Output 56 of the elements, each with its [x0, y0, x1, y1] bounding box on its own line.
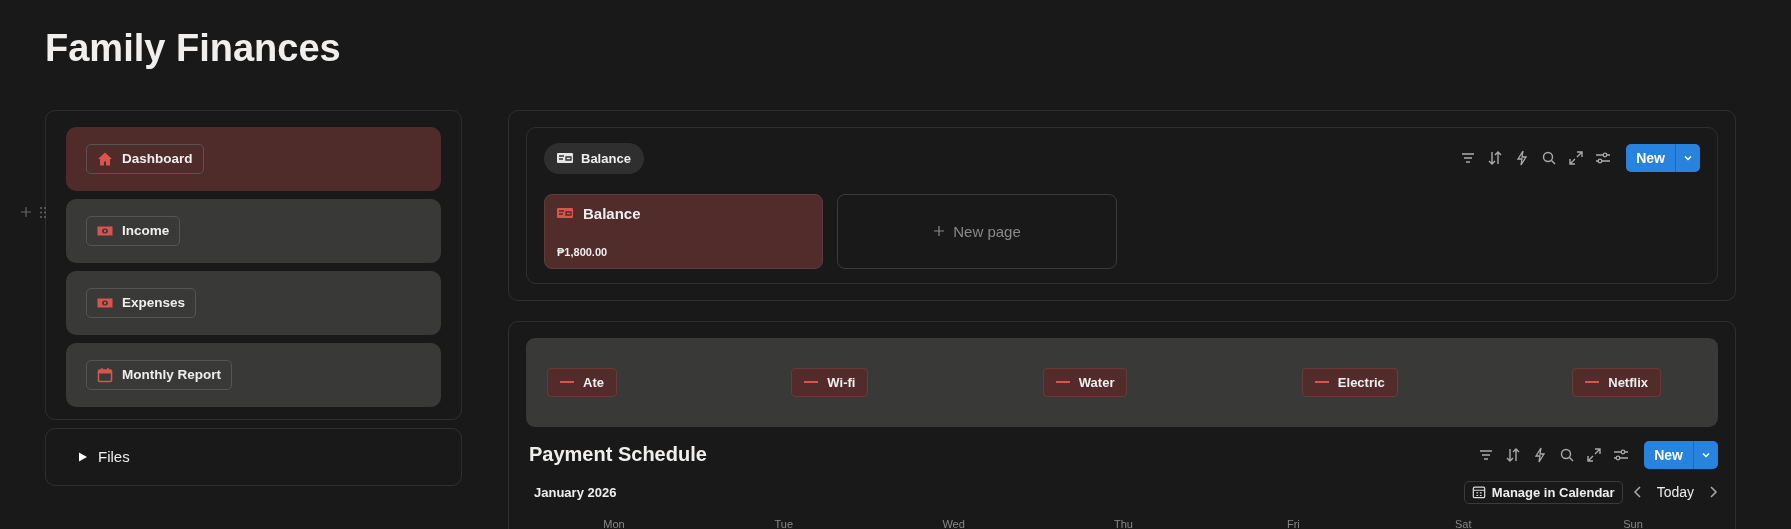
bill-link[interactable]: Water: [1042, 367, 1128, 397]
weekday-label: Sat: [1453, 517, 1473, 529]
new-page-button[interactable]: New page: [837, 193, 1117, 269]
nav-card[interactable]: Dashboard: [66, 126, 441, 191]
section-title: Payment Schedule: [529, 443, 707, 467]
plus-icon: [933, 225, 946, 238]
triangle-icon: [78, 451, 88, 462]
new-dropdown-button[interactable]: [1675, 144, 1700, 173]
weekday-label: Tue: [773, 517, 795, 529]
expand-icon[interactable]: [1568, 150, 1585, 167]
nav-link[interactable]: Income: [86, 215, 181, 246]
bill-link[interactable]: Netflix: [1572, 367, 1661, 397]
sort-icon[interactable]: [1505, 446, 1522, 463]
view-tab[interactable]: Balance: [544, 142, 644, 174]
nav-link[interactable]: Monthly Report: [86, 359, 232, 390]
today-button[interactable]: Today: [1652, 482, 1698, 503]
nav-card[interactable]: Expenses: [66, 270, 441, 335]
calendar-icon: [1471, 485, 1486, 500]
house-icon: [97, 150, 113, 167]
nav-link[interactable]: Expenses: [86, 287, 197, 318]
search-icon[interactable]: [1541, 150, 1558, 167]
bill-link[interactable]: Ate: [547, 367, 617, 397]
weekday-label: Sun: [1622, 517, 1644, 529]
id-card-icon: [557, 208, 573, 219]
minus-icon: [1055, 381, 1070, 384]
weekday-label: Mon: [602, 517, 626, 529]
next-icon[interactable]: [1708, 485, 1718, 500]
nav-card[interactable]: Income: [66, 198, 441, 263]
weekday-label: Fri: [1285, 517, 1301, 529]
balance-card[interactable]: Balance ₱1,800.00: [544, 193, 823, 269]
drag-handle-icon[interactable]: [40, 205, 46, 219]
nav-card[interactable]: Monthly Report: [66, 342, 441, 407]
previous-icon[interactable]: [1632, 485, 1643, 500]
minus-icon: [560, 381, 574, 384]
sort-icon[interactable]: [1487, 150, 1504, 167]
new-button[interactable]: New: [1626, 144, 1675, 173]
files-toggle[interactable]: Files: [74, 444, 134, 470]
minus-icon: [1585, 381, 1600, 384]
new-dropdown-button[interactable]: [1693, 440, 1718, 469]
bill-link[interactable]: Wi-fi: [791, 367, 869, 397]
calendar-icon: [97, 366, 113, 383]
minus-icon: [1314, 381, 1329, 384]
weekday-label: Thu: [1113, 517, 1134, 529]
nav-link[interactable]: Dashboard: [86, 143, 204, 174]
search-icon[interactable]: [1559, 446, 1576, 463]
weekday-label: Wed: [941, 517, 966, 529]
month-label: January 2026: [534, 484, 617, 500]
expand-icon[interactable]: [1586, 446, 1603, 463]
manage-calendar-button[interactable]: Manage in Calendar: [1463, 480, 1623, 504]
bill-link[interactable]: Electric: [1301, 367, 1398, 397]
amount: ₱1,800.00: [557, 245, 609, 258]
page-title: Family Finances: [45, 28, 342, 70]
id-card-icon: [557, 153, 573, 164]
card-title: Balance: [583, 204, 641, 222]
minus-icon: [804, 381, 819, 384]
new-button[interactable]: New: [1644, 440, 1693, 469]
